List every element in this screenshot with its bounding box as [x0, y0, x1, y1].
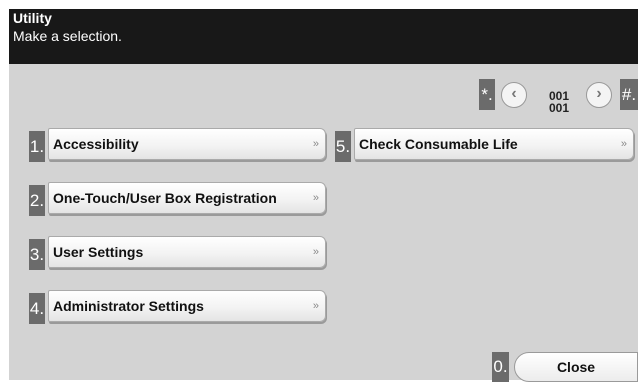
- one-touch-user-box-registration-label: One-Touch/User Box Registration: [53, 190, 277, 206]
- next-page-button[interactable]: ›: [586, 82, 612, 108]
- menu-number-5: 5.: [335, 131, 351, 162]
- double-arrow-icon: »: [312, 192, 319, 204]
- screen-instruction: Make a selection.: [13, 28, 122, 44]
- double-arrow-icon: »: [312, 300, 319, 312]
- administrator-settings-button[interactable]: Administrator Settings »: [48, 290, 326, 322]
- menu-number-3: 3.: [29, 239, 45, 270]
- close-button[interactable]: Close: [514, 352, 638, 382]
- double-arrow-icon: »: [620, 138, 627, 150]
- administrator-settings-label: Administrator Settings: [53, 298, 204, 314]
- menu-number-1: 1.: [29, 131, 45, 162]
- accessibility-button[interactable]: Accessibility »: [48, 128, 326, 160]
- chevron-right-icon: ›: [596, 85, 602, 102]
- previous-page-button[interactable]: ‹: [501, 82, 527, 108]
- hash-key-label: #.: [620, 79, 638, 110]
- close-key-number: 0.: [492, 352, 509, 382]
- user-settings-button[interactable]: User Settings »: [48, 236, 326, 268]
- check-consumable-life-button[interactable]: Check Consumable Life »: [354, 128, 634, 160]
- page-total: 001: [548, 101, 570, 115]
- user-settings-label: User Settings: [53, 244, 144, 260]
- menu-number-2: 2.: [29, 185, 45, 216]
- screen-title: Utility: [13, 10, 52, 26]
- star-key-label: *.: [479, 79, 495, 110]
- double-arrow-icon: »: [312, 138, 319, 150]
- one-touch-user-box-registration-button[interactable]: One-Touch/User Box Registration »: [48, 182, 326, 214]
- check-consumable-life-label: Check Consumable Life: [359, 136, 518, 152]
- menu-number-4: 4.: [29, 293, 45, 324]
- page-counter: 001 001: [543, 90, 575, 114]
- chevron-left-icon: ‹: [511, 85, 517, 102]
- double-arrow-icon: »: [312, 246, 319, 258]
- screen-header: Utility Make a selection.: [9, 9, 638, 64]
- accessibility-label: Accessibility: [53, 136, 139, 152]
